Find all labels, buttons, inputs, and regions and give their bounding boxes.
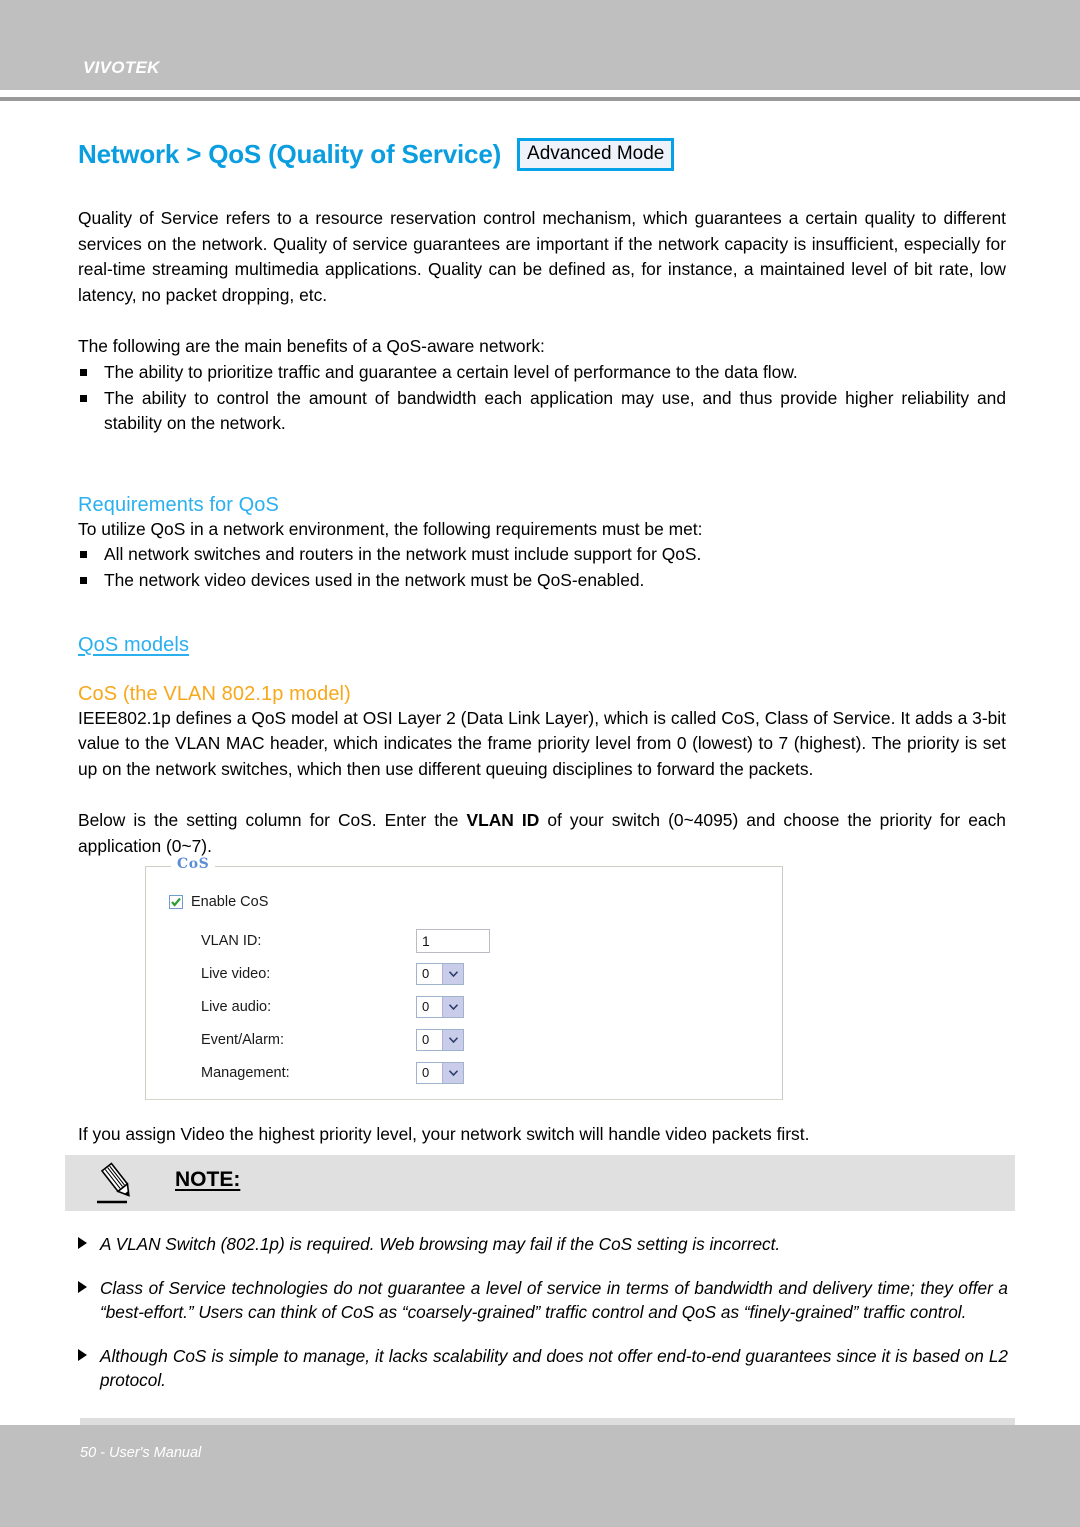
note-item-text: Although CoS is simple to manage, it lac… — [100, 1345, 1008, 1391]
cos-panel-legend: CoS — [171, 856, 216, 872]
enable-cos-label: Enable CoS — [191, 894, 269, 910]
cos-model-heading: CoS (the VLAN 802.1p model) — [78, 682, 351, 705]
list-item: The network video devices used in the ne… — [78, 568, 1006, 594]
requirements-lead: To utilize QoS in a network environment,… — [78, 518, 703, 539]
setting-intro-part-a: Below is the setting column for CoS. Ent… — [78, 810, 467, 831]
field-row-vlan-id: VLAN ID: 1 — [201, 924, 701, 957]
pencil-icon — [93, 1160, 141, 1213]
note-item: A VLAN Switch (802.1p) is required. Web … — [78, 1232, 1008, 1257]
benefits-lead: The following are the main benefits of a… — [78, 336, 545, 357]
footer-page-label: 50 - User's Manual — [80, 1445, 202, 1461]
page-header-band: VIVOTEK — [0, 0, 1080, 90]
triangle-bullet-icon — [78, 1280, 87, 1293]
note-item-text: Class of Service technologies do not gua… — [100, 1277, 1008, 1323]
note-item-text: A VLAN Switch (802.1p) is required. Web … — [100, 1234, 781, 1254]
chevron-down-icon[interactable] — [442, 1062, 463, 1083]
field-row-live-audio: Live audio: 0 — [201, 990, 701, 1023]
vlan-id-input[interactable]: 1 — [416, 928, 490, 953]
intro-paragraph: Quality of Service refers to a resource … — [78, 208, 1006, 305]
page-title-row: Network > QoS (Quality of Service) Advan… — [78, 138, 675, 171]
list-item: The ability to control the amount of ban… — [78, 386, 1006, 437]
note-title: NOTE: — [175, 1168, 241, 1191]
triangle-bullet-icon — [78, 1348, 87, 1361]
management-select[interactable]: 0 — [416, 1061, 464, 1084]
live-audio-label: Live audio: — [201, 998, 272, 1015]
enable-cos-row[interactable]: Enable CoS — [169, 894, 268, 910]
chevron-down-icon[interactable] — [442, 996, 463, 1017]
document-content: Quality of Service refers to a resource … — [78, 206, 1006, 860]
management-value: 0 — [422, 1065, 430, 1080]
note-header-band: NOTE: — [65, 1155, 1015, 1211]
triangle-bullet-icon — [78, 1237, 87, 1249]
enable-cos-checkbox[interactable] — [169, 895, 183, 909]
list-item: All network switches and routers in the … — [78, 542, 1006, 568]
field-row-management: Management: 0 — [201, 1056, 701, 1089]
cos-settings-panel: CoS Enable CoS VLAN ID: 1 Live video: 0 … — [145, 856, 783, 1100]
benefits-list: The ability to prioritize traffic and gu… — [78, 360, 1006, 437]
event-alarm-label: Event/Alarm: — [201, 1031, 284, 1048]
event-alarm-select[interactable]: 0 — [416, 1028, 464, 1051]
note-items: A VLAN Switch (802.1p) is required. Web … — [78, 1232, 1008, 1412]
live-audio-value: 0 — [422, 999, 430, 1014]
field-row-event-alarm: Event/Alarm: 0 — [201, 1023, 701, 1056]
page-footer-band: 50 - User's Manual — [0, 1425, 1080, 1527]
live-video-label: Live video: — [201, 965, 271, 982]
chevron-down-icon[interactable] — [442, 1029, 463, 1050]
brand-logo: VIVOTEK — [83, 58, 160, 77]
live-audio-select[interactable]: 0 — [416, 995, 464, 1018]
event-alarm-value: 0 — [422, 1032, 430, 1047]
setting-intro-paragraph: Below is the setting column for CoS. Ent… — [78, 808, 1006, 859]
management-label: Management: — [201, 1064, 290, 1081]
footer-divider — [80, 1418, 1015, 1425]
note-item: Although CoS is simple to manage, it lac… — [78, 1344, 1008, 1393]
cos-field-rows: VLAN ID: 1 Live video: 0 Live audio: 0 E… — [201, 924, 701, 1089]
header-divider — [0, 97, 1080, 101]
field-row-live-video: Live video: 0 — [201, 957, 701, 990]
page-title: Network > QoS (Quality of Service) — [78, 138, 502, 169]
after-panel-block: If you assign Video the highest priority… — [78, 1122, 1006, 1148]
note-item: Class of Service technologies do not gua… — [78, 1276, 1008, 1325]
live-video-select[interactable]: 0 — [416, 962, 464, 985]
advanced-mode-badge[interactable]: Advanced Mode — [517, 138, 675, 171]
cos-model-paragraph: IEEE802.1p defines a QoS model at OSI La… — [78, 707, 1006, 779]
check-icon — [171, 897, 181, 907]
requirements-list: All network switches and routers in the … — [78, 542, 1006, 593]
live-video-value: 0 — [422, 966, 430, 981]
qos-models-heading[interactable]: QoS models — [78, 634, 1006, 657]
vlan-id-bold: VLAN ID — [466, 810, 540, 831]
vlan-id-label: VLAN ID: — [201, 932, 262, 949]
chevron-down-icon[interactable] — [442, 963, 463, 984]
requirements-heading: Requirements for QoS — [78, 493, 279, 516]
after-panel-paragraph: If you assign Video the highest priority… — [78, 1124, 810, 1144]
list-item: The ability to prioritize traffic and gu… — [78, 360, 1006, 386]
